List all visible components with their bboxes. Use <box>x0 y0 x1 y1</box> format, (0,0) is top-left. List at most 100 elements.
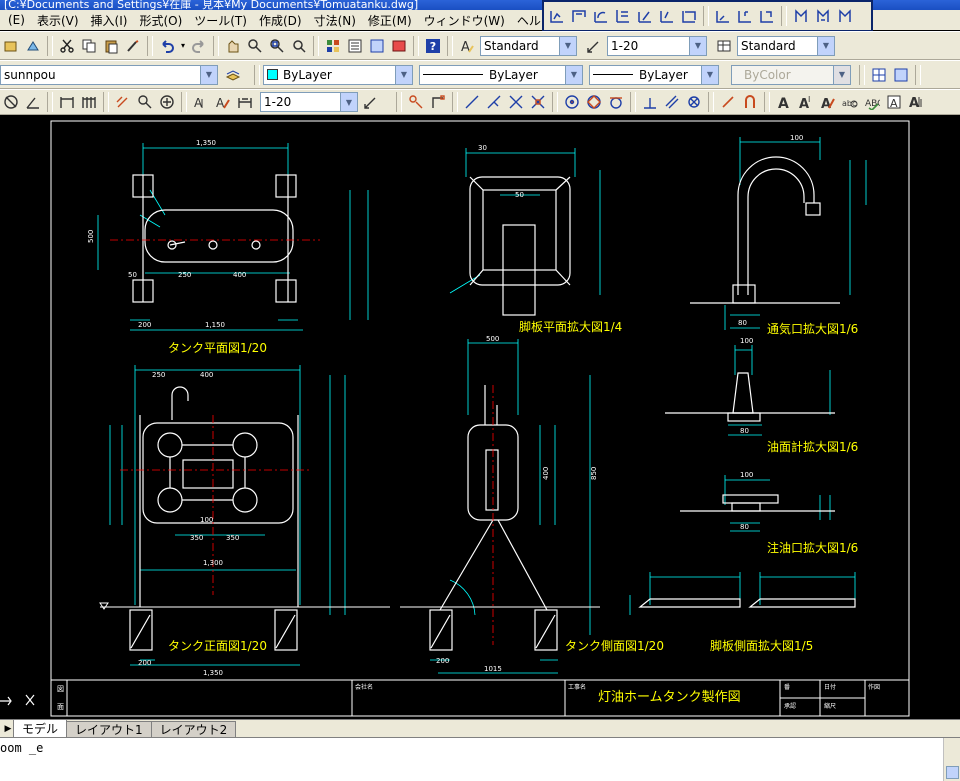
tolerance-icon[interactable] <box>790 5 812 27</box>
help-icon[interactable]: ? <box>422 35 444 57</box>
aligned-dim-icon[interactable] <box>568 5 590 27</box>
tool-palette-icon[interactable] <box>366 35 388 57</box>
properties-icon[interactable] <box>322 35 344 57</box>
pan-realtime-icon[interactable] <box>222 35 244 57</box>
tab-layout2[interactable]: レイアウト2 <box>150 721 237 737</box>
dim-scale-select[interactable]: 1-20 ▼ <box>260 92 358 112</box>
publish-icon[interactable] <box>22 35 44 57</box>
snap-nearest-icon[interactable] <box>717 91 739 113</box>
table-style-icon[interactable] <box>713 35 735 57</box>
paste-icon[interactable] <box>100 35 122 57</box>
menu-format[interactable]: 形式(O) <box>133 12 188 29</box>
mtext-icon[interactable]: AI <box>795 91 817 113</box>
zoom-realtime-icon[interactable] <box>244 35 266 57</box>
edit-text-icon[interactable]: A <box>817 91 839 113</box>
command-window[interactable]: oom _e <box>0 737 960 781</box>
ordinate-dim-icon[interactable] <box>612 5 634 27</box>
scroll-down-icon[interactable] <box>946 766 959 779</box>
redo-icon[interactable] <box>188 35 210 57</box>
text-style-select[interactable]: Standard ▼ <box>480 35 577 56</box>
cut-icon[interactable] <box>56 35 78 57</box>
color-select[interactable]: ByLayer ▼ <box>263 64 413 85</box>
menu-view[interactable]: 表示(V) <box>31 12 85 29</box>
paper-space-icon[interactable] <box>890 64 912 86</box>
dim-linear-icon[interactable] <box>56 91 78 113</box>
layer-previous-icon[interactable] <box>222 64 244 86</box>
snap-parallel-icon[interactable] <box>661 91 683 113</box>
snap-tangent-icon[interactable] <box>605 91 627 113</box>
undo-dropdown-icon[interactable]: ▾ <box>178 35 188 57</box>
dim-style-manager-icon[interactable] <box>360 91 382 113</box>
snap-node-icon[interactable] <box>683 91 705 113</box>
dim-edit-icon[interactable] <box>834 5 856 27</box>
tab-layout1[interactable]: レイアウト1 <box>66 721 152 737</box>
quick-dim-icon[interactable] <box>734 5 756 27</box>
no-snap-icon[interactable] <box>0 91 22 113</box>
text-style-icon[interactable]: A <box>456 35 478 57</box>
dim-aligned-icon[interactable] <box>112 91 134 113</box>
dim-style-icon[interactable] <box>583 35 605 57</box>
chevron-down-icon: ▼ <box>689 36 706 55</box>
snap-none-icon[interactable] <box>739 91 761 113</box>
dim-radius-icon[interactable] <box>134 91 156 113</box>
separator <box>254 64 260 85</box>
sheet-set-icon[interactable] <box>388 35 410 57</box>
zoom-window-icon[interactable] <box>266 35 288 57</box>
snap-perpendicular-icon[interactable] <box>639 91 661 113</box>
menu-tools[interactable]: ツール(T) <box>188 12 253 29</box>
undo-icon[interactable] <box>156 35 178 57</box>
copy-icon[interactable] <box>78 35 100 57</box>
text-icon[interactable]: A <box>773 91 795 113</box>
layer-select[interactable]: sunnpou ▼ <box>0 64 218 85</box>
match-properties-icon[interactable] <box>122 35 144 57</box>
menu-modify[interactable]: 修正(M) <box>362 12 418 29</box>
linear-dim-icon[interactable] <box>546 5 568 27</box>
spell-check-icon[interactable]: ABC <box>861 91 883 113</box>
snap-line-icon[interactable] <box>461 91 483 113</box>
justify-text-icon[interactable]: A <box>905 91 927 113</box>
menu-window[interactable]: ウィンドウ(W) <box>418 12 511 29</box>
find-text-icon[interactable]: abc <box>839 91 861 113</box>
lineweight-select[interactable]: ByLayer ▼ <box>589 64 719 85</box>
dim-update-icon[interactable] <box>234 91 256 113</box>
angular-dim-icon[interactable] <box>712 5 734 27</box>
baseline-dim-icon[interactable] <box>756 5 778 27</box>
radius-dim-icon[interactable] <box>634 5 656 27</box>
dim-text-icon[interactable]: A <box>190 91 212 113</box>
menu-insert[interactable]: 挿入(I) <box>85 12 134 29</box>
dim-style-select[interactable]: 1-20 ▼ <box>607 35 707 56</box>
table-style-select[interactable]: Standard ▼ <box>737 35 835 56</box>
side-dim-200: 200 <box>436 657 449 665</box>
snap-apparent-icon[interactable] <box>527 91 549 113</box>
jogged-dim-icon[interactable] <box>656 5 678 27</box>
snap-center-icon[interactable] <box>561 91 583 113</box>
design-center-icon[interactable] <box>344 35 366 57</box>
pan-icon[interactable] <box>0 35 22 57</box>
snap-quadrant-icon[interactable] <box>583 91 605 113</box>
separator <box>213 35 219 56</box>
menu-draw[interactable]: 作成(D) <box>253 12 308 29</box>
arc-length-icon[interactable] <box>590 5 612 27</box>
snap-endpoint-icon[interactable] <box>405 91 427 113</box>
separator <box>452 92 458 112</box>
zoom-previous-icon[interactable] <box>288 35 310 57</box>
dim-edit-text-icon[interactable]: A <box>212 91 234 113</box>
model-space-icon[interactable] <box>868 64 890 86</box>
dim-center-icon[interactable] <box>156 91 178 113</box>
snap-midpoint-icon[interactable] <box>427 91 449 113</box>
drawing-canvas[interactable]: 図 面 会社名 工事名 灯油ホームタンク製作図 番 日付 作図 承認 縮尺 1,… <box>0 115 960 719</box>
diameter-dim-icon[interactable] <box>678 5 700 27</box>
linetype-select[interactable]: ByLayer ▼ <box>419 64 583 85</box>
dim-continue-icon[interactable] <box>78 91 100 113</box>
menu-edit[interactable]: (E) <box>2 13 31 27</box>
angle-icon[interactable] <box>22 91 44 113</box>
center-mark-icon[interactable] <box>812 5 834 27</box>
tab-model[interactable]: モデル <box>13 719 68 737</box>
plan-dim-250: 250 <box>178 271 191 279</box>
snap-intersection-icon[interactable] <box>505 91 527 113</box>
menu-dimension[interactable]: 寸法(N) <box>308 12 362 29</box>
snap-perp-icon[interactable] <box>483 91 505 113</box>
command-scrollbar[interactable] <box>943 738 960 781</box>
separator <box>703 6 709 26</box>
text-scale-icon[interactable]: A <box>883 91 905 113</box>
